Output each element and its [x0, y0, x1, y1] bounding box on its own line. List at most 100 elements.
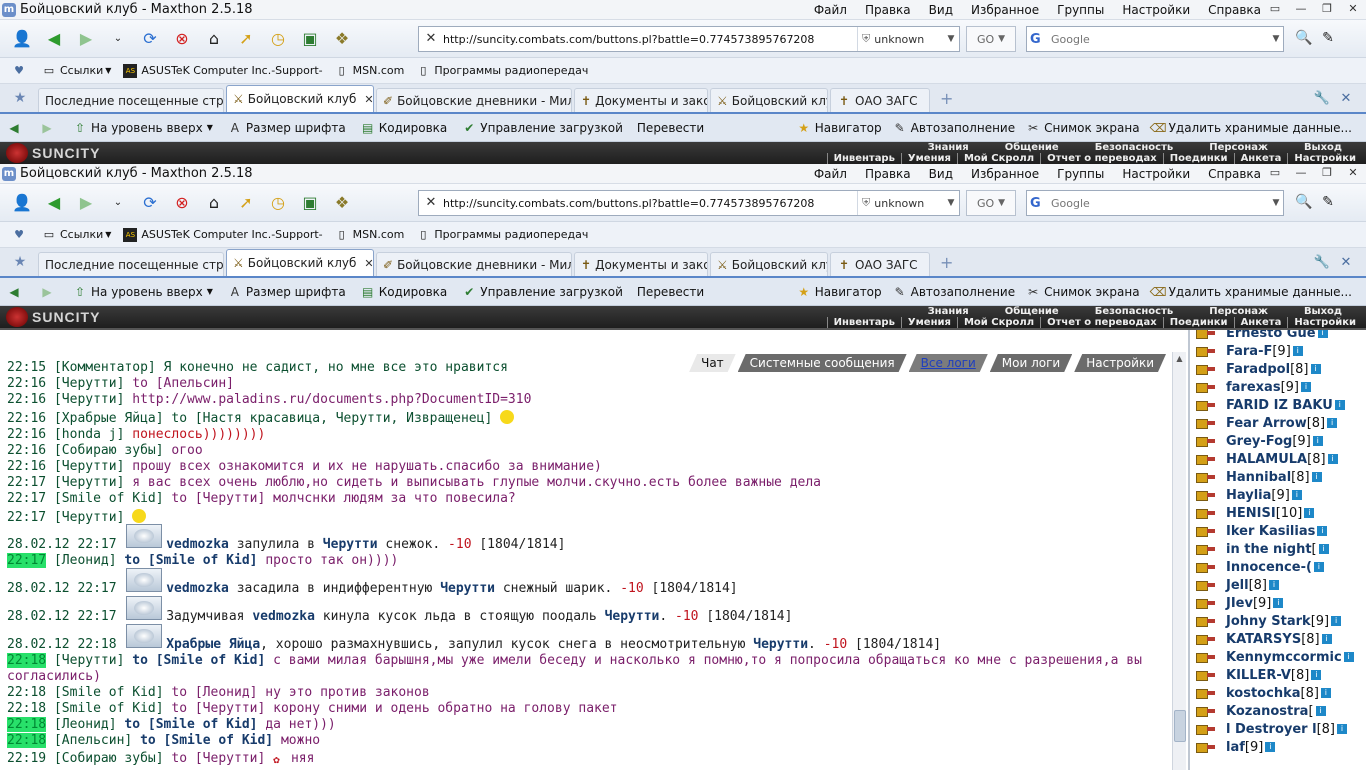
user-row[interactable]: Innocence-(i [1196, 558, 1324, 576]
level-up-button[interactable]: ⇧ На уровень вверх ▼ [72, 285, 213, 299]
bookmark-radio[interactable]: ▯ Программы радиопередач [416, 228, 588, 242]
search-box[interactable]: G ▼ [1026, 190, 1284, 216]
screenshot-button[interactable]: ✂ Снимок экрана [1025, 121, 1140, 135]
game-menu-social[interactable]: Общение [987, 306, 1077, 317]
user-name[interactable]: Fara-F [1226, 344, 1272, 359]
close-all-icon[interactable]: ✕ [1334, 91, 1358, 106]
user-row[interactable]: Haylia [9] i [1196, 486, 1302, 504]
private-message-icon[interactable] [1196, 704, 1216, 718]
game-menu-security[interactable]: Безопасность [1077, 142, 1192, 153]
private-message-icon[interactable] [1196, 398, 1216, 412]
bookmark-links[interactable]: ▭ Ссылки ▼ [42, 64, 112, 78]
info-icon[interactable]: i [1273, 598, 1284, 608]
scrollbar-thumb[interactable] [1174, 710, 1186, 742]
game-menu-knowledge[interactable]: Знания [910, 142, 987, 153]
user-row[interactable]: farexas [9] i [1196, 378, 1311, 396]
download-manager-button[interactable]: ✔ Управление загрузкой [461, 285, 623, 299]
tab-fight-club-active[interactable]: ⚔ Бойцовский клуб ✕ [226, 249, 374, 276]
info-icon[interactable]: i [1269, 580, 1279, 590]
game-menu-skills[interactable]: Умения [900, 317, 957, 328]
info-icon[interactable]: i [1292, 346, 1303, 356]
game-menu-profile[interactable]: Анкета [1233, 317, 1288, 328]
game-menu-transfers[interactable]: Отчет о переводах [1040, 317, 1163, 328]
tab-documents[interactable]: ✝Документы и законы [574, 252, 708, 276]
tab-fight-club-2[interactable]: ⚔Бойцовский клуб. [710, 252, 828, 276]
game-menu-character[interactable]: Персонаж [1191, 142, 1286, 153]
tab-fight-club-active[interactable]: ⚔ Бойцовский клуб ✕ [226, 85, 374, 112]
user-name[interactable]: Kozanostra [1226, 704, 1308, 719]
user-name[interactable]: KILLER-V [1226, 668, 1291, 683]
menu-help[interactable]: Справка [1199, 167, 1270, 181]
favorites-heart-icon[interactable]: ♥ [12, 64, 30, 78]
game-menu-profile[interactable]: Анкета [1233, 153, 1288, 164]
info-icon[interactable]: i [1321, 634, 1332, 644]
tab-my-logs[interactable]: Мои логи [990, 354, 1072, 372]
info-icon[interactable]: i [1311, 670, 1322, 680]
user-row[interactable]: laf [9] i [1196, 738, 1276, 756]
search-icon[interactable]: 🔍 [1292, 30, 1316, 46]
restore-icon[interactable]: ▭ [1262, 164, 1288, 182]
game-menu-settings[interactable]: Настройки [1287, 317, 1362, 328]
private-message-icon[interactable] [1196, 506, 1216, 520]
highlight-icon[interactable]: ✎ [1316, 30, 1340, 46]
user-row[interactable]: HENISI [10] i [1196, 504, 1315, 522]
search-input[interactable] [1051, 196, 1269, 210]
user-name[interactable]: Ernesto Gue [1226, 330, 1316, 341]
tab-chat[interactable]: Чат [689, 354, 736, 372]
user-row[interactable]: Grey-Fog [9] i [1196, 432, 1323, 450]
info-icon[interactable]: i [1265, 742, 1276, 752]
user-row[interactable]: Kennymccormic i [1196, 648, 1354, 666]
user-name[interactable]: FARID IZ BAKU [1226, 398, 1333, 413]
private-message-icon[interactable] [1196, 614, 1216, 628]
game-menu-settings[interactable]: Настройки [1287, 153, 1362, 164]
tab-recent-pages[interactable]: Последние посещенные страницы [38, 252, 224, 276]
info-icon[interactable]: i [1313, 562, 1324, 572]
private-message-icon[interactable] [1196, 488, 1216, 502]
minimize-icon[interactable]: — [1288, 0, 1314, 18]
address-url[interactable]: http://suncity.combats.com/buttons.pl?ba… [443, 197, 857, 210]
user-name[interactable]: Iker Kasilias [1226, 524, 1315, 539]
private-message-icon[interactable] [1196, 632, 1216, 646]
user-row[interactable]: KATARSYS [8] i [1196, 630, 1332, 648]
menu-favorites[interactable]: Избранное [962, 167, 1048, 181]
game-menu-security[interactable]: Безопасность [1077, 306, 1192, 317]
bookmark-links[interactable]: ▭ Ссылки ▼ [42, 228, 112, 242]
user-name[interactable]: l Destroyer l [1226, 722, 1317, 737]
close-all-icon[interactable]: ✕ [1334, 255, 1358, 270]
user-row[interactable]: Iker Kasilias i [1196, 522, 1328, 540]
game-menu-inventory[interactable]: Инвентарь [826, 317, 901, 328]
tab-diaries[interactable]: ✐Бойцовские дневники - Милый... [376, 252, 572, 276]
menu-help[interactable]: Справка [1199, 3, 1270, 17]
menu-view[interactable]: Вид [920, 167, 962, 181]
game-menu-transfers[interactable]: Отчет о переводах [1040, 153, 1163, 164]
user-row[interactable]: l Destroyer l [8] i [1196, 720, 1347, 738]
game-menu-scroll[interactable]: Мой Скролл [956, 317, 1040, 328]
restore-page-icon[interactable]: ▣ [296, 25, 324, 53]
private-message-icon[interactable] [1196, 434, 1216, 448]
game-menu-knowledge[interactable]: Знания [910, 306, 987, 317]
info-icon[interactable]: i [1312, 436, 1323, 446]
private-message-icon[interactable] [1196, 578, 1216, 592]
user-name[interactable]: Faradpol [1226, 362, 1290, 377]
level-up-button[interactable]: ⇧ На уровень вверх ▼ [72, 121, 213, 135]
menu-edit[interactable]: Правка [856, 167, 920, 181]
info-icon[interactable]: i [1334, 400, 1345, 410]
info-icon[interactable]: i [1291, 490, 1302, 500]
user-name[interactable]: KATARSYS [1226, 632, 1301, 647]
close-icon[interactable]: ✕ [1340, 164, 1366, 182]
close-tab-icon[interactable]: ✕ [364, 257, 373, 270]
user-row[interactable]: Johny Stark [9] i [1196, 612, 1342, 630]
search-box[interactable]: G ▼ [1026, 26, 1284, 52]
clear-data-button[interactable]: ⌫ Удалить хранимые данные... [1150, 285, 1352, 299]
user-name[interactable]: Innocence-( [1226, 560, 1312, 575]
tab-diaries[interactable]: ✐Бойцовские дневники - Милый... [376, 88, 572, 112]
autofill-button[interactable]: ✎ Автозаполнение [892, 121, 1016, 135]
favorites-add-icon[interactable]: ➚ [232, 189, 260, 217]
back-small-icon[interactable]: ◀ [6, 121, 25, 135]
user-name[interactable]: kostochka [1226, 686, 1301, 701]
user-name[interactable]: JIev [1226, 596, 1253, 611]
close-tab-icon[interactable]: ✕ [364, 93, 373, 106]
info-icon[interactable]: i [1317, 526, 1328, 536]
info-icon[interactable]: i [1317, 330, 1328, 338]
info-icon[interactable]: i [1327, 454, 1338, 464]
